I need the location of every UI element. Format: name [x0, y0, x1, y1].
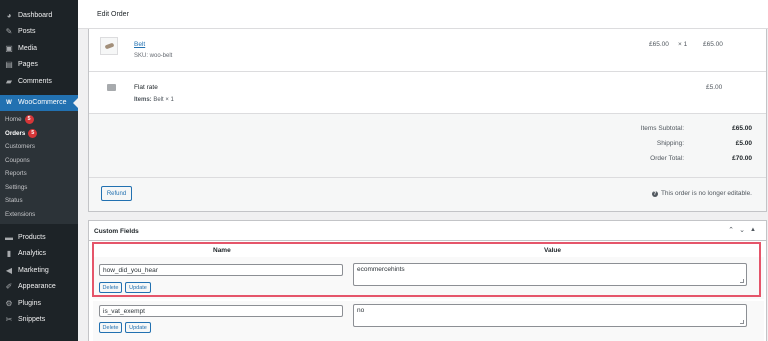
- submenu-item-label: Extensions: [5, 210, 36, 218]
- submenu-item-customers[interactable]: Customers: [0, 140, 78, 154]
- submenu-item-label: Coupons: [5, 156, 30, 164]
- sidebar-item-analytics[interactable]: ▮ Analytics: [0, 246, 78, 263]
- divider: [89, 177, 766, 178]
- sidebar-item-label: Snippets: [18, 316, 46, 324]
- chevron-up-icon[interactable]: ⌃: [726, 225, 736, 235]
- divider: [89, 71, 766, 72]
- meta-value-textarea[interactable]: no: [353, 304, 747, 327]
- analytics-icon: ▮: [6, 249, 12, 259]
- refund-button[interactable]: Refund: [101, 186, 132, 201]
- pages-icon: ▤: [5, 60, 13, 70]
- page-header: Edit Order: [78, 0, 768, 29]
- products-icon: ▬: [5, 232, 13, 242]
- sidebar-item-label: Dashboard: [18, 11, 53, 19]
- submenu-item-settings[interactable]: Settings: [0, 181, 78, 195]
- item-cost: £65.00: [649, 41, 669, 48]
- dashboard-icon: ◕: [6, 10, 12, 20]
- sidebar-item-label: Marketing: [18, 266, 49, 274]
- sidebar-item-snippets[interactable]: ✂ Snippets: [0, 312, 78, 329]
- sidebar-item-label: Comments: [18, 77, 52, 85]
- sidebar-item-marketing[interactable]: ◀ Marketing: [0, 262, 78, 279]
- sidebar-item-appearance[interactable]: ✐ Appearance: [0, 279, 78, 296]
- submenu-item-orders[interactable]: Orders 5: [0, 127, 78, 141]
- sidebar-item-label: WooCommerce: [18, 99, 67, 107]
- sidebar-item-label: Posts: [18, 28, 36, 36]
- totals-label: Order Total:: [650, 155, 684, 162]
- highlight-box: [92, 242, 761, 297]
- sidebar-item-posts[interactable]: ✎ Posts: [0, 24, 78, 41]
- submenu-item-status[interactable]: Status: [0, 194, 78, 208]
- count-badge: 5: [24, 115, 34, 125]
- submenu-item-label: Home: [5, 116, 22, 124]
- panel-header: Custom Fields ⌃ ⌄ ▲: [89, 221, 766, 241]
- shipping-items: Items: Belt × 1: [134, 97, 174, 103]
- sidebar-item-label: Media: [18, 44, 38, 52]
- panel-title: Custom Fields: [94, 228, 139, 235]
- delete-meta-button[interactable]: Delete: [99, 322, 122, 333]
- submenu-item-reports[interactable]: Reports: [0, 167, 78, 181]
- submenu-item-home[interactable]: Home 5: [0, 113, 78, 127]
- totals-value: £5.00: [735, 140, 752, 147]
- product-thumbnail: [100, 37, 118, 55]
- help-icon: ?: [651, 190, 658, 197]
- shipping-items-label: Items:: [134, 97, 152, 103]
- sidebar-item-label: Analytics: [18, 250, 47, 258]
- sidebar-item-plugins[interactable]: ⚙ Plugins: [0, 295, 78, 312]
- sidebar-item-dashboard[interactable]: ◕ Dashboard: [0, 7, 78, 24]
- update-meta-button[interactable]: Update: [125, 322, 151, 333]
- order-items-panel: Belt SKU: woo-belt £65.00 × 1 £65.00 Fla…: [88, 29, 767, 212]
- not-editable-note: ? This order is no longer editable.: [651, 190, 752, 197]
- submenu-item-coupons[interactable]: Coupons: [0, 154, 78, 168]
- pin-icon: ✎: [5, 27, 13, 37]
- scissors-icon: ✂: [5, 315, 13, 325]
- comments-icon: ▰: [5, 76, 13, 86]
- collapse-toggle-icon[interactable]: ▲: [748, 225, 758, 235]
- sidebar-item-products[interactable]: ▬ Products: [0, 229, 78, 246]
- meta-key-input[interactable]: is_vat_exempt: [99, 305, 343, 317]
- sidebar-item-woocommerce[interactable]: W WooCommerce: [0, 94, 78, 111]
- sidebar-item-comments[interactable]: ▰ Comments: [0, 73, 78, 90]
- brush-icon: ✐: [5, 282, 13, 292]
- note-text: This order is no longer editable.: [660, 190, 752, 197]
- item-total: £65.00: [703, 41, 723, 48]
- product-sku: SKU: woo-belt: [134, 53, 173, 59]
- submenu-item-label: Customers: [5, 143, 35, 151]
- totals-label: Shipping:: [656, 140, 684, 147]
- shipping-method: Flat rate: [134, 84, 158, 91]
- chevron-down-icon[interactable]: ⌄: [737, 225, 747, 235]
- totals-label: Items Subtotal:: [640, 125, 684, 132]
- shipping-icon: [107, 84, 116, 91]
- submenu-item-label: Reports: [5, 170, 27, 178]
- submenu-item-label: Settings: [5, 183, 28, 191]
- totals-value: £70.00: [732, 155, 752, 162]
- sidebar-item-label: Plugins: [18, 299, 41, 307]
- submenu-item-label: Status: [5, 197, 23, 205]
- product-link[interactable]: Belt: [134, 41, 145, 48]
- divider: [89, 113, 766, 114]
- submenu-item-label: Orders: [5, 129, 26, 137]
- sidebar-item-media[interactable]: ▣ Media: [0, 40, 78, 57]
- resize-handle[interactable]: [740, 320, 744, 324]
- sidebar-item-label: Appearance: [18, 283, 56, 291]
- sidebar-item-pages[interactable]: ▤ Pages: [0, 57, 78, 74]
- sidebar-item-label: Products: [18, 233, 46, 241]
- plugin-icon: ⚙: [5, 298, 13, 308]
- active-indicator: [73, 97, 78, 108]
- count-badge: 5: [28, 128, 38, 138]
- shipping-total: £5.00: [706, 84, 723, 91]
- sidebar-item-label: Pages: [18, 61, 38, 69]
- item-qty: × 1: [678, 41, 688, 48]
- page-title: Edit Order: [97, 11, 129, 18]
- megaphone-icon: ◀: [5, 265, 13, 275]
- shipping-items-value: Belt × 1: [153, 97, 174, 103]
- woocommerce-icon: W: [6, 99, 12, 106]
- media-icon: ▣: [5, 43, 13, 53]
- totals-value: £65.00: [732, 125, 752, 132]
- custom-field-row: is_vat_exempt Delete Update no: [93, 301, 764, 341]
- admin-sidebar: ◕ Dashboard ✎ Posts ▣ Media ▤ Pages ▰ Comments W …: [0, 0, 78, 341]
- submenu-item-extensions[interactable]: Extensions: [0, 208, 78, 222]
- woocommerce-submenu: Home 5 Orders 5 Customers Coupons Reports Setti…: [0, 111, 78, 224]
